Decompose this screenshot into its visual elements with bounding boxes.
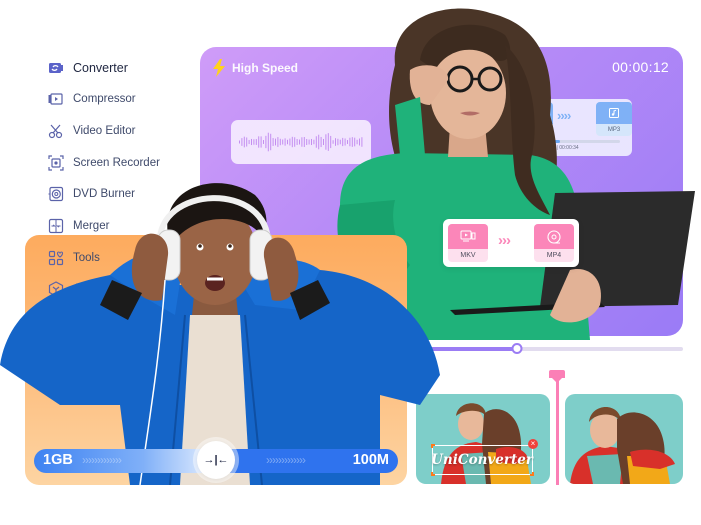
couple-photo <box>570 407 675 484</box>
video-conversion-card: MKV ››› MP4 <box>443 219 579 267</box>
waveform-bar <box>263 140 264 144</box>
waveform-bar <box>296 139 298 145</box>
sidebar-item-label: Video Editor <box>73 124 136 137</box>
resize-handle[interactable] <box>431 444 435 448</box>
scrubber-knob[interactable] <box>511 343 523 354</box>
sidebar-item-label: Compressor <box>73 93 136 106</box>
original-size: 1GB <box>43 452 73 468</box>
playback-scrubber[interactable] <box>420 343 683 354</box>
lightning-icon <box>213 59 225 77</box>
waveform-bar <box>260 136 262 148</box>
waveform-bar <box>243 136 245 148</box>
compress-slider-knob[interactable]: →|← <box>197 441 235 479</box>
sidebar-item-video-editor[interactable]: Video Editor <box>48 115 208 147</box>
waveform-bar <box>275 138 276 146</box>
clip-thumbnail-original[interactable] <box>565 394 683 484</box>
waveform-bar <box>265 135 267 149</box>
sidebar-item-compressor[interactable]: Compressor <box>48 84 208 116</box>
waveform-bar <box>258 136 260 148</box>
disc-icon <box>547 229 561 244</box>
waveform-bar <box>277 137 279 147</box>
scissors-icon <box>48 123 64 139</box>
resize-handle[interactable] <box>431 472 435 476</box>
waveform-bar <box>294 137 296 147</box>
resize-handle[interactable] <box>530 472 534 476</box>
waveform-bar <box>267 132 269 152</box>
video-file-icon <box>460 230 476 242</box>
compressed-size: 100M <box>352 452 389 468</box>
playhead-handle[interactable] <box>549 370 565 378</box>
convert-arrows: ››› <box>498 232 511 249</box>
format-label: MKV <box>460 252 476 259</box>
converter-icon <box>48 60 64 76</box>
screen-recorder-icon <box>48 154 64 171</box>
waveform-bar <box>239 140 240 144</box>
watermark-text[interactable]: UniConverter <box>431 452 533 468</box>
waveform-bar <box>272 138 274 146</box>
waveform-bar <box>282 139 284 145</box>
sidebar-item-screen-recorder[interactable]: Screen Recorder <box>48 147 208 179</box>
chevrons-right: ››››››››››››› <box>266 453 306 467</box>
compress-icon: →|← <box>203 454 229 466</box>
waveform-bar <box>284 138 286 146</box>
waveform-bar <box>291 136 293 148</box>
waveform-bar <box>255 139 257 145</box>
waveform-bar <box>246 137 248 147</box>
high-speed-badge: High Speed <box>212 59 298 77</box>
waveform-bar <box>279 138 281 146</box>
waveform-bar <box>270 133 272 151</box>
waveform-bar <box>248 139 250 145</box>
source-format-mkv[interactable]: MKV <box>448 224 488 262</box>
close-icon[interactable]: × <box>528 439 538 449</box>
target-format-mp4[interactable]: MP4 <box>534 224 574 262</box>
waveform-bar <box>287 139 288 145</box>
playhead-line <box>555 378 559 485</box>
chevrons-left: ››››››››››››› <box>82 453 122 467</box>
timeline-playhead[interactable] <box>549 370 565 485</box>
format-label: MP4 <box>546 252 562 259</box>
waveform-bar <box>253 139 255 145</box>
watermark-text-box[interactable]: UniConverter × <box>431 439 538 476</box>
waveform-bar <box>251 138 252 146</box>
man-with-headphones-photo <box>0 183 440 485</box>
sidebar-item-converter[interactable]: Converter <box>48 52 208 84</box>
sidebar-item-label: Converter <box>73 60 128 75</box>
high-speed-label: High Speed <box>232 61 299 75</box>
waveform-bar <box>289 138 291 146</box>
compressor-icon <box>48 91 64 107</box>
sidebar-item-label: Screen Recorder <box>73 156 160 169</box>
waveform-bar <box>241 138 243 146</box>
